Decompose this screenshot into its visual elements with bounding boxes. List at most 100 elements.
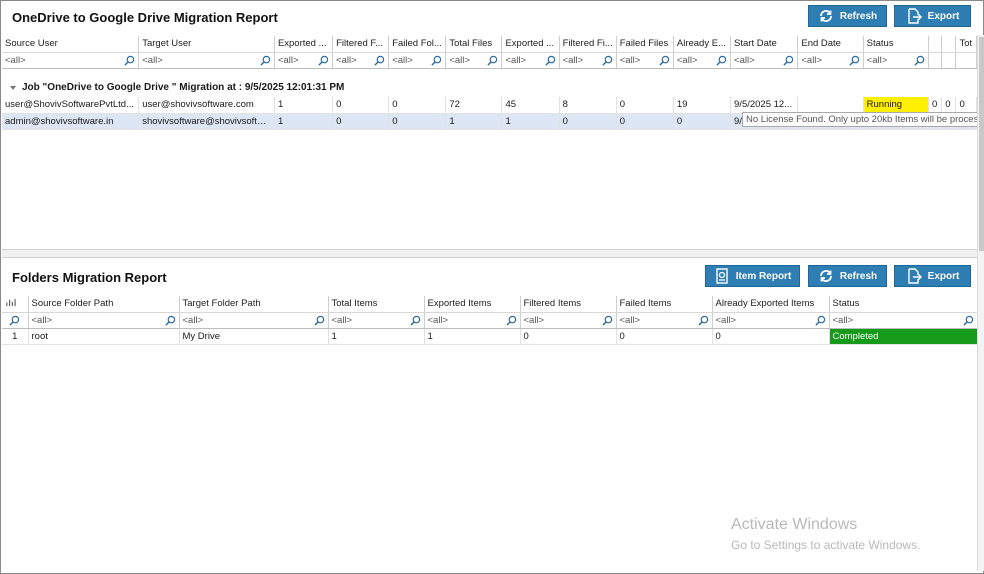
filter-cell[interactable]: <all> bbox=[712, 312, 830, 329]
folders-export-button[interactable]: Export bbox=[894, 265, 971, 287]
export-button-label: Export bbox=[927, 10, 960, 22]
column-header[interactable]: Filtered F... bbox=[332, 36, 390, 53]
filter-cell[interactable]: <all> bbox=[730, 52, 799, 69]
filter-cell[interactable]: <all> bbox=[616, 312, 713, 329]
filter-cell[interactable]: <all> bbox=[328, 312, 425, 329]
folders-refresh-button[interactable]: Refresh bbox=[808, 265, 887, 287]
filter-placeholder: <all> bbox=[562, 54, 584, 66]
filter-cell[interactable]: <all> bbox=[424, 312, 521, 329]
column-header[interactable]: Exported ... bbox=[274, 36, 334, 53]
row-indicator-header[interactable] bbox=[2, 296, 29, 313]
table-cell: 1 bbox=[501, 113, 560, 130]
column-header[interactable]: Already E... bbox=[673, 36, 732, 53]
filter-placeholder: <all> bbox=[505, 54, 527, 66]
column-header[interactable]: Status bbox=[829, 296, 978, 313]
filter-row: <all> <all> <all> <all> <all> <all> <all… bbox=[2, 52, 977, 69]
column-header[interactable]: Total Files bbox=[445, 36, 503, 53]
filter-cell[interactable]: <all> bbox=[138, 52, 275, 69]
export-button[interactable]: Export bbox=[894, 5, 971, 27]
filter-placeholder: <all> bbox=[182, 314, 204, 326]
search-icon bbox=[313, 315, 324, 326]
column-header[interactable]: Start Date bbox=[730, 36, 799, 53]
filter-cell[interactable] bbox=[2, 312, 29, 329]
refresh-button-label: Refresh bbox=[839, 10, 878, 22]
column-header[interactable]: Source Folder Path bbox=[28, 296, 180, 313]
panel-splitter[interactable] bbox=[2, 249, 977, 258]
filter-cell[interactable]: <all> bbox=[797, 52, 864, 69]
filter-cell[interactable] bbox=[941, 52, 957, 69]
column-header[interactable]: Total Items bbox=[328, 296, 425, 313]
table-cell: 0 bbox=[388, 97, 447, 114]
table-cell: 0 bbox=[673, 113, 732, 130]
filter-cell[interactable]: <all> bbox=[388, 52, 447, 69]
column-header[interactable]: Source User bbox=[2, 36, 140, 53]
filter-cell[interactable]: <all> bbox=[2, 52, 140, 69]
filter-row: <all> <all> <all> <all> <all> <all> <all… bbox=[2, 312, 978, 329]
table-cell: 0 bbox=[616, 113, 674, 130]
job-group-row[interactable]: Job "OneDrive to Google Drive " Migratio… bbox=[2, 79, 977, 96]
scrollbar-thumb[interactable] bbox=[979, 37, 984, 251]
search-icon bbox=[124, 55, 135, 66]
filter-placeholder: <all> bbox=[392, 54, 413, 66]
table-row[interactable]: user@ShovivSoftwarePvtLtd... user@shoviv… bbox=[2, 97, 977, 114]
filter-cell[interactable]: <all> bbox=[616, 52, 674, 69]
search-icon bbox=[487, 55, 498, 66]
search-icon bbox=[318, 55, 329, 66]
filter-placeholder: <all> bbox=[142, 54, 163, 66]
search-icon bbox=[814, 315, 825, 326]
job-group-label: Job "OneDrive to Google Drive " Migratio… bbox=[22, 82, 345, 93]
watermark-subtitle: Go to Settings to activate Windows. bbox=[731, 538, 921, 552]
filter-cell[interactable] bbox=[955, 52, 977, 69]
migration-report-title: OneDrive to Google Drive Migration Repor… bbox=[12, 10, 278, 25]
filter-cell[interactable]: <all> bbox=[28, 312, 180, 329]
migration-report-grid: Source User Target User Exported ... Fil… bbox=[2, 36, 977, 69]
table-cell: 8 bbox=[559, 97, 617, 114]
column-header[interactable]: Already Exported Items bbox=[712, 296, 830, 313]
column-header[interactable]: Failed Fol... bbox=[388, 36, 447, 53]
column-header[interactable]: Exported Items bbox=[424, 296, 521, 313]
column-header[interactable]: Failed Files bbox=[616, 36, 674, 53]
column-header[interactable]: Exported ... bbox=[501, 36, 560, 53]
folders-export-button-label: Export bbox=[927, 270, 960, 282]
search-icon bbox=[431, 55, 442, 66]
filter-cell[interactable]: <all> bbox=[445, 52, 503, 69]
item-report-button-label: Item Report bbox=[735, 270, 792, 282]
filter-placeholder: <all> bbox=[619, 314, 641, 326]
source-user-cell: admin@shovivsoftware.in bbox=[2, 113, 140, 130]
table-cell: 0 bbox=[616, 97, 674, 114]
refresh-button[interactable]: Refresh bbox=[808, 5, 887, 27]
filter-cell[interactable]: <all> bbox=[332, 52, 390, 69]
filter-cell[interactable]: <all> bbox=[520, 312, 617, 329]
refresh-icon bbox=[819, 10, 832, 22]
collapse-triangle-icon[interactable] bbox=[10, 85, 16, 90]
table-row[interactable]: 1 root My Drive 1 1 0 0 0 Completed bbox=[2, 328, 978, 345]
search-icon bbox=[716, 55, 727, 66]
filter-cell[interactable]: <all> bbox=[501, 52, 560, 69]
folders-report-header: Folders Migration Report Item Report Ref… bbox=[2, 261, 978, 293]
filter-cell[interactable]: <all> bbox=[673, 52, 732, 69]
search-icon bbox=[914, 55, 925, 66]
column-header[interactable]: Filtered Fi... bbox=[559, 36, 617, 53]
filter-cell[interactable]: <all> bbox=[829, 312, 978, 329]
end-date-cell bbox=[797, 97, 864, 114]
column-header[interactable]: Filtered Items bbox=[520, 296, 617, 313]
column-header[interactable]: Target Folder Path bbox=[179, 296, 329, 313]
column-header[interactable]: Target User bbox=[138, 36, 275, 53]
filter-cell[interactable]: <all> bbox=[274, 52, 334, 69]
column-header[interactable] bbox=[928, 36, 943, 53]
item-report-button[interactable]: Item Report bbox=[705, 265, 800, 287]
filter-cell[interactable]: <all> bbox=[559, 52, 617, 69]
column-header[interactable]: Tot bbox=[955, 36, 977, 53]
column-header[interactable] bbox=[941, 36, 957, 53]
search-icon bbox=[260, 55, 271, 66]
vertical-scrollbar[interactable] bbox=[977, 35, 984, 571]
filter-cell[interactable] bbox=[928, 52, 943, 69]
filter-cell[interactable]: <all> bbox=[179, 312, 329, 329]
column-header[interactable]: Failed Items bbox=[616, 296, 713, 313]
search-icon bbox=[601, 315, 612, 326]
refresh-icon bbox=[819, 270, 832, 282]
column-header[interactable]: Status bbox=[863, 36, 929, 53]
filter-placeholder: <all> bbox=[715, 314, 737, 326]
filter-cell[interactable]: <all> bbox=[863, 52, 929, 69]
column-header[interactable]: End Date bbox=[797, 36, 864, 53]
